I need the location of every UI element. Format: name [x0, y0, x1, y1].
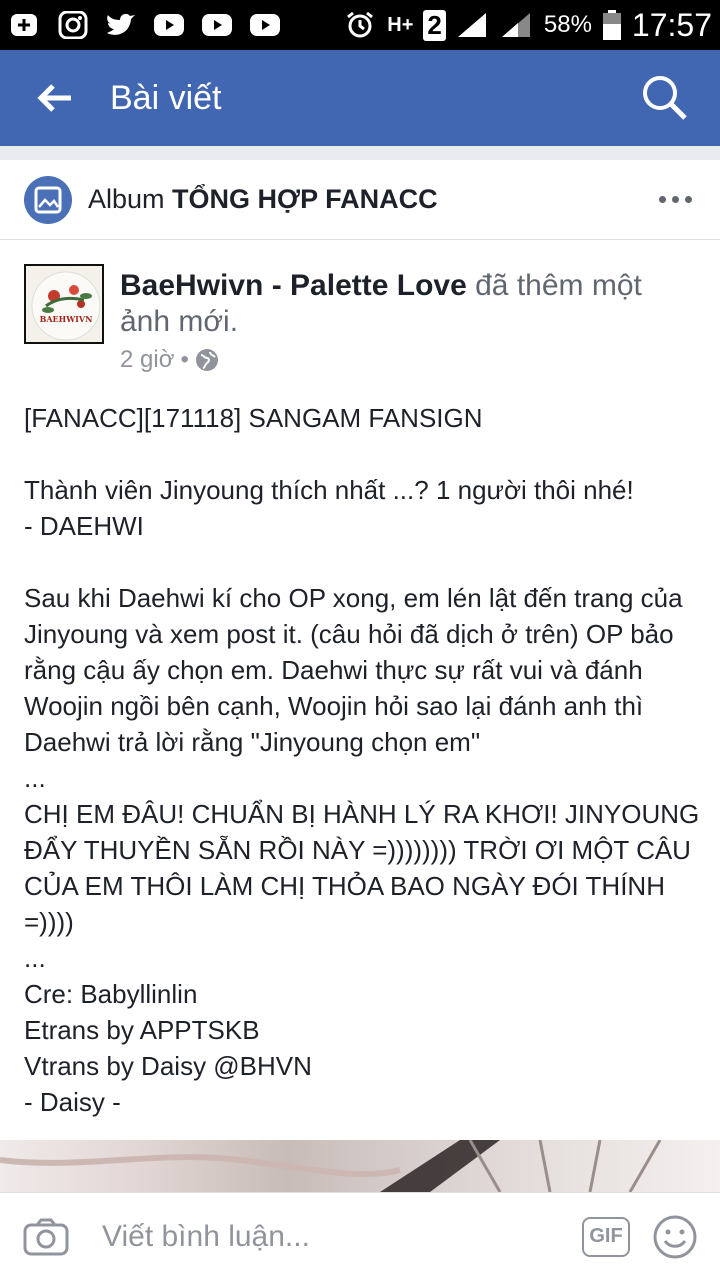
page-title: Bài viết [110, 78, 222, 117]
post-text-line: Sau khi Daehwi kí cho OP xong, em lén lậ… [24, 583, 700, 1117]
signal-icon [501, 13, 530, 37]
smiley-icon [653, 1215, 697, 1258]
meta-separator: • [180, 346, 189, 373]
search-icon [643, 76, 687, 120]
post-photo[interactable] [0, 1140, 720, 1192]
comment-input[interactable]: Viết bình luận... [102, 1220, 310, 1254]
signal-icon [457, 13, 486, 37]
battery-percent: 58% [543, 11, 592, 38]
album-icon [24, 175, 72, 224]
status-bar: H+ 2 58% 17:57 [0, 0, 720, 50]
instagram-icon [58, 11, 88, 39]
avatar[interactable]: BAEHWIVN [24, 264, 104, 344]
plus-badge-icon [11, 14, 37, 36]
more-dot-icon [684, 196, 692, 203]
post-text-spacer [24, 544, 704, 580]
post-header: BAEHWIVN BaeHwivn - Palette Love đã thêm… [24, 264, 704, 384]
post-meta: 2 giờ • [120, 346, 219, 374]
post-author-line: BaeHwivn - Palette Love đã thêm một ảnh … [120, 268, 690, 340]
gif-button[interactable]: GIF [582, 1216, 630, 1257]
network-type: H+ [387, 13, 414, 36]
more-options-button[interactable] [630, 160, 720, 240]
post-body: [FANACC][171118] SANGAM FANSIGN Thành vi… [24, 400, 704, 1120]
more-dot-icon [671, 196, 679, 203]
album-title: Album TỔNG HỢP FANACC [88, 184, 438, 215]
youtube-icon [250, 14, 280, 36]
album-prefix: Album [88, 184, 165, 214]
post-text-line: Thành viên Jinyoung thích nhất ...? 1 ng… [24, 475, 634, 541]
battery-icon [602, 10, 621, 40]
alarm-icon [347, 11, 374, 38]
post-text-spacer [24, 436, 704, 472]
youtube-icon [154, 14, 184, 36]
comment-composer: Viết bình luận... GIF [0, 1192, 720, 1280]
back-button[interactable] [0, 50, 110, 146]
sticker-button[interactable] [630, 1193, 720, 1281]
globe-icon [195, 349, 218, 371]
twitter-icon [107, 13, 135, 35]
author-name[interactable]: BaeHwivn - Palette Love [120, 269, 467, 302]
camera-icon [23, 1218, 69, 1255]
app-bar: Bài viết [0, 50, 720, 146]
camera-button[interactable] [6, 1193, 86, 1281]
album-header[interactable]: Album TỔNG HỢP FANACC [0, 160, 720, 240]
search-button[interactable] [610, 50, 720, 146]
back-arrow-icon [37, 84, 71, 112]
post-text-line: [FANACC][171118] SANGAM FANSIGN [24, 403, 483, 433]
more-dot-icon [658, 196, 666, 203]
avatar-logo-text: BAEHWIVN [40, 314, 93, 324]
youtube-icon [202, 14, 232, 36]
post-time[interactable]: 2 giờ [120, 346, 174, 374]
sim-number: 2 [423, 9, 446, 41]
clock: 17:57 [631, 6, 712, 43]
section-divider [0, 146, 720, 160]
album-name[interactable]: TỔNG HỢP FANACC [172, 184, 438, 214]
